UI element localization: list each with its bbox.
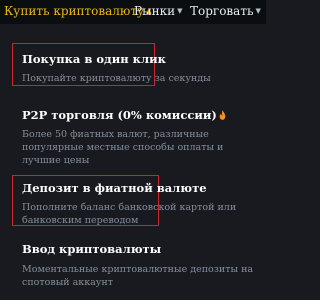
menu-item-description: Пополните баланс банковской картой или б…	[22, 202, 237, 226]
menu-item-title: P2P торговля (0% комиссии)	[22, 108, 217, 122]
nav-markets[interactable]: Рынки ▼	[134, 3, 183, 19]
nav-trade[interactable]: Торговать ▼	[190, 3, 261, 19]
fire-icon	[219, 110, 226, 120]
menu-item-one-click-buy[interactable]: Покупка в один клик Покупайте криптовалю…	[22, 52, 260, 85]
menu-item-p2p-trading[interactable]: P2P торговля (0% комиссии) Более 50 фиат…	[22, 108, 260, 167]
caret-down-icon: ▼	[177, 7, 183, 15]
menu-item-title-row: P2P торговля (0% комиссии)	[22, 108, 260, 122]
menu-item-title: Покупка в один клик	[22, 52, 166, 66]
menu-item-description: Покупайте криптовалюту за секунды	[22, 73, 211, 84]
menu-item-description: Более 50 фиатных валют, различные популя…	[22, 129, 224, 166]
caret-down-icon: ▼	[255, 7, 261, 15]
nav-markets-label: Рынки	[134, 4, 176, 18]
menu-item-fiat-deposit[interactable]: Депозит в фиатной валюте Пополните балан…	[22, 181, 260, 227]
nav-buy-crypto[interactable]: Купить криптовалюту ▲	[4, 3, 151, 19]
nav-buy-crypto-label: Купить криптовалюту	[4, 4, 145, 18]
menu-item-crypto-deposit[interactable]: Ввод криптовалюты Моментальные криптовал…	[22, 242, 260, 289]
menu-item-title: Депозит в фиатной валюте	[22, 181, 207, 195]
menu-item-description: Моментальные криптовалютные депозиты на …	[22, 264, 254, 288]
buy-crypto-dropdown: Покупка в один клик Покупайте криптовалю…	[0, 24, 266, 300]
menu-item-title: Ввод криптовалюты	[22, 242, 162, 256]
top-navigation-bar: Купить криптовалюту ▲ Рынки ▼ Торговать ▼	[0, 0, 266, 24]
nav-trade-label: Торговать	[190, 4, 254, 18]
